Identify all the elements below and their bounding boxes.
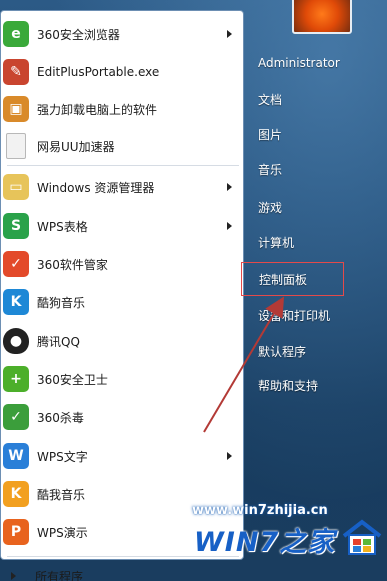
annotation-arrow bbox=[203, 296, 285, 433]
windows-house-logo-icon bbox=[342, 519, 382, 555]
watermark-logo: WIN7之家 bbox=[194, 527, 336, 558]
start-menu: e 360安全浏览器 ✎ EditPlusPortable.exe ▣ 强力卸载电脑上的软… bbox=[0, 0, 387, 581]
watermark: www.win7zhijia.cn WIN7之家 bbox=[192, 500, 384, 562]
watermark-url: www.win7zhijia.cn bbox=[192, 503, 328, 518]
